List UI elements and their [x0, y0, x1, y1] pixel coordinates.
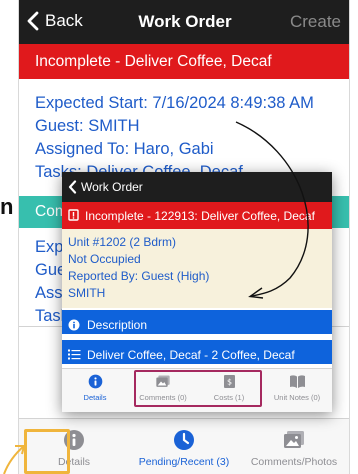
overlay-tab-details[interactable]: Details: [64, 374, 126, 402]
task-row[interactable]: Deliver Coffee, Decaf - 2 Coffee, Decaf: [62, 340, 332, 364]
unit-number: Unit #1202 (2 Bdrm): [68, 235, 177, 249]
description-label: Description: [87, 317, 148, 332]
overlay-tab-unit-notes[interactable]: Unit Notes (0): [266, 374, 328, 402]
reported-by: Reported By: Guest (High): [68, 269, 210, 283]
book-icon: [289, 375, 305, 388]
tab-label: Unit Notes (0): [273, 393, 321, 402]
overlay-status-text: Incomplete - 122913: Deliver Coffee, Dec…: [85, 209, 315, 223]
guest-name: Guest: SMITH: [35, 117, 140, 135]
list-icon: [68, 349, 81, 360]
status-banner: Incomplete - Deliver Coffee, Decaf: [19, 44, 349, 79]
info-icon: [68, 319, 80, 330]
comments-costs-highlight: [134, 370, 262, 407]
overlay-unit-info: Unit #1202 (2 Bdrm) Not Occupied Reporte…: [62, 229, 332, 308]
edge-text-fragment: n: [0, 194, 18, 220]
photo-icon: [284, 431, 304, 448]
tab-label: Details: [83, 393, 107, 402]
create-button[interactable]: Create: [290, 12, 341, 32]
warning-icon: [68, 209, 79, 221]
clock-icon: [174, 430, 194, 450]
occupancy: Not Occupied: [68, 252, 141, 266]
tab-label: Comments/Photos: [250, 456, 338, 468]
chevron-left-icon: [68, 180, 77, 194]
chevron-left-icon: [27, 11, 39, 31]
assigned-to: Assigned To: Haro, Gabi: [35, 140, 214, 158]
tab-label: Pending/Recent (3): [138, 456, 230, 468]
overlay-status-banner: Incomplete - 122913: Deliver Coffee, Dec…: [62, 202, 332, 229]
info-icon: [88, 374, 102, 389]
back-label: Back: [45, 11, 83, 30]
guest-name: SMITH: [68, 286, 106, 300]
overlay-navigation-bar[interactable]: Work Order: [62, 172, 332, 202]
tab-comments-photos[interactable]: Comments/Photos: [239, 429, 349, 468]
task-label: Deliver Coffee, Decaf - 2 Coffee, Decaf: [87, 347, 295, 362]
work-order-detail-overlay: Work Order Incomplete - 122913: Deliver …: [62, 172, 332, 412]
tab-pending-recent[interactable]: Pending/Recent (3): [129, 429, 239, 468]
back-button[interactable]: Back: [27, 11, 83, 31]
description-row[interactable]: Description: [62, 310, 332, 334]
navigation-bar: Back Work Order Create: [19, 0, 349, 44]
expected-start: Expected Start: 7/16/2024 8:49:38 AM: [35, 94, 314, 112]
details-tab-highlight: [24, 429, 70, 474]
overlay-title: Work Order: [81, 180, 143, 194]
work-order-details: Expected Start: 7/16/2024 8:49:38 AM Gue…: [35, 92, 347, 184]
